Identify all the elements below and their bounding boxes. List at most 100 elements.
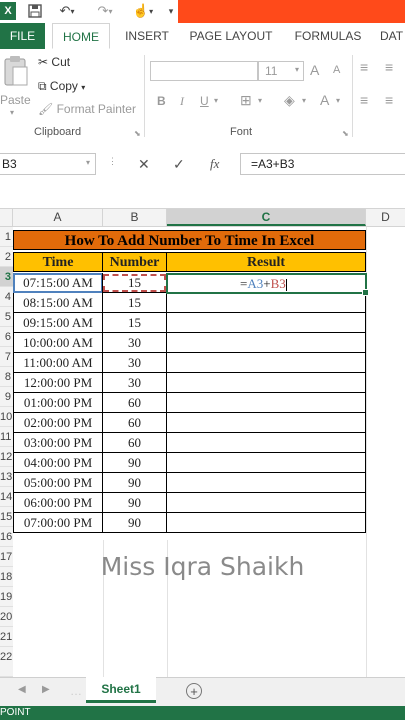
font-color-button[interactable]: A — [320, 92, 329, 108]
time-cell[interactable]: 05:00:00 PM — [13, 473, 103, 493]
sheet-tab-sheet1[interactable]: Sheet1 — [86, 677, 156, 703]
result-cell[interactable] — [166, 413, 366, 433]
format-painter-button[interactable]: 🖌 Format Painter — [38, 102, 136, 116]
number-cell[interactable]: 30 — [102, 333, 167, 353]
number-cell[interactable]: 60 — [102, 393, 167, 413]
fill-color-dropdown-icon[interactable]: ▾ — [302, 96, 306, 105]
time-cell[interactable]: 07:15:00 AM — [13, 273, 103, 293]
row-header[interactable]: 11 — [0, 427, 13, 447]
tab-formulas[interactable]: FORMULAS — [288, 23, 368, 49]
result-cell[interactable] — [166, 393, 366, 413]
sheet-title-cell[interactable]: How To Add Number To Time In Excel — [13, 230, 366, 250]
customize-toolbar-icon[interactable]: ▾ — [166, 2, 176, 20]
time-cell[interactable]: 07:00:00 PM — [13, 513, 103, 533]
select-all-corner[interactable] — [0, 209, 13, 226]
underline-button[interactable]: U — [200, 94, 209, 108]
fill-color-icon[interactable]: ◈ — [284, 92, 295, 109]
time-cell[interactable]: 03:00:00 PM — [13, 433, 103, 453]
time-cell[interactable]: 04:00:00 PM — [13, 453, 103, 473]
time-cell[interactable]: 02:00:00 PM — [13, 413, 103, 433]
touch-mode-icon[interactable]: ☝ ▾ — [128, 2, 158, 20]
copy-button[interactable]: ⧉ Copy ▾ — [38, 79, 85, 94]
undo-icon[interactable]: ↶ ▾ — [54, 2, 80, 20]
result-cell[interactable] — [166, 313, 366, 333]
time-cell[interactable]: 12:00:00 PM — [13, 373, 103, 393]
column-header-a[interactable]: A — [13, 209, 103, 226]
align-center-icon[interactable]: ≡ — [385, 92, 393, 108]
row-header[interactable]: 4 — [0, 287, 13, 307]
number-cell[interactable]: 90 — [102, 513, 167, 533]
font-launcher-icon[interactable]: ⬊ — [342, 129, 349, 138]
row-header[interactable]: 1 — [0, 227, 13, 247]
time-cell[interactable]: 09:15:00 AM — [13, 313, 103, 333]
tab-home[interactable]: HOME — [52, 23, 110, 49]
row-header[interactable]: 12 — [0, 447, 13, 467]
paste-dropdown-icon[interactable]: ▾ — [10, 108, 14, 117]
borders-icon[interactable]: ⊞ — [240, 92, 252, 109]
number-cell[interactable]: 30 — [102, 373, 167, 393]
paste-label[interactable]: Paste — [0, 93, 31, 107]
number-cell[interactable]: 90 — [102, 453, 167, 473]
cancel-icon[interactable]: ✕ — [138, 156, 150, 173]
header-number[interactable]: Number — [102, 252, 167, 272]
column-header-d[interactable]: D — [366, 209, 405, 226]
time-cell[interactable]: 10:00:00 AM — [13, 333, 103, 353]
column-header-c[interactable]: C — [167, 209, 366, 226]
bold-button[interactable]: B — [157, 94, 166, 108]
time-cell[interactable]: 06:00:00 PM — [13, 493, 103, 513]
font-name-field[interactable] — [150, 61, 258, 81]
result-cell[interactable] — [166, 353, 366, 373]
row-header[interactable]: 22 — [0, 647, 13, 677]
result-cell[interactable] — [166, 433, 366, 453]
borders-dropdown-icon[interactable]: ▾ — [258, 96, 262, 105]
font-color-dropdown-icon[interactable]: ▾ — [336, 96, 340, 105]
number-cell[interactable]: 30 — [102, 353, 167, 373]
result-cell[interactable] — [166, 453, 366, 473]
row-header[interactable]: 6 — [0, 327, 13, 347]
paste-icon[interactable] — [2, 55, 28, 92]
row-header[interactable]: 10 — [0, 407, 13, 427]
number-cell[interactable]: 60 — [102, 413, 167, 433]
result-cell[interactable] — [166, 493, 366, 513]
insert-function-icon[interactable]: fx — [210, 156, 219, 172]
time-cell[interactable]: 11:00:00 AM — [13, 353, 103, 373]
formula-input[interactable]: =A3+B3 — [240, 153, 405, 175]
tab-file[interactable]: FILE — [0, 23, 45, 49]
number-cell[interactable]: 15 — [102, 313, 167, 333]
row-header[interactable]: 7 — [0, 347, 13, 367]
row-header[interactable]: 14 — [0, 487, 13, 507]
row-header[interactable]: 15 — [0, 507, 13, 527]
align-left-icon[interactable]: ≡ — [360, 92, 368, 108]
header-result[interactable]: Result — [166, 252, 366, 272]
row-header[interactable]: 8 — [0, 367, 13, 387]
result-cell[interactable] — [166, 333, 366, 353]
shrink-font-button[interactable]: A — [333, 64, 340, 76]
grow-font-button[interactable]: A — [310, 62, 319, 78]
fill-handle[interactable] — [362, 289, 369, 296]
row-header[interactable]: 16 — [0, 527, 13, 547]
save-icon[interactable] — [26, 2, 44, 20]
column-header-b[interactable]: B — [103, 209, 167, 226]
row-header[interactable]: 2 — [0, 247, 13, 267]
row-header[interactable]: 21 — [0, 627, 13, 647]
cut-button[interactable]: ✂ Cut — [38, 55, 70, 69]
result-cell[interactable] — [166, 473, 366, 493]
result-cell[interactable] — [166, 513, 366, 533]
number-cell[interactable]: 15 — [102, 293, 167, 313]
row-header[interactable]: 9 — [0, 387, 13, 407]
time-cell[interactable]: 08:15:00 AM — [13, 293, 103, 313]
tab-data[interactable]: DAT — [380, 23, 405, 49]
enter-icon[interactable]: ✓ — [173, 156, 185, 173]
active-cell-c3[interactable]: =A3+B3 — [166, 273, 369, 296]
scroll-left-icon[interactable]: ◀ — [18, 684, 26, 695]
clipboard-launcher-icon[interactable]: ⬊ — [134, 129, 141, 138]
row-header-active[interactable]: 3 — [0, 267, 13, 287]
tab-page-layout[interactable]: PAGE LAYOUT — [186, 23, 276, 49]
header-time[interactable]: Time — [13, 252, 103, 272]
middle-align-icon[interactable]: ≡ — [385, 59, 393, 75]
scroll-right-icon[interactable]: ▶ — [42, 684, 50, 695]
row-header[interactable]: 19 — [0, 587, 13, 607]
row-header[interactable]: 5 — [0, 307, 13, 327]
redo-icon[interactable]: ↷ ▾ — [92, 2, 118, 20]
result-cell[interactable] — [166, 373, 366, 393]
